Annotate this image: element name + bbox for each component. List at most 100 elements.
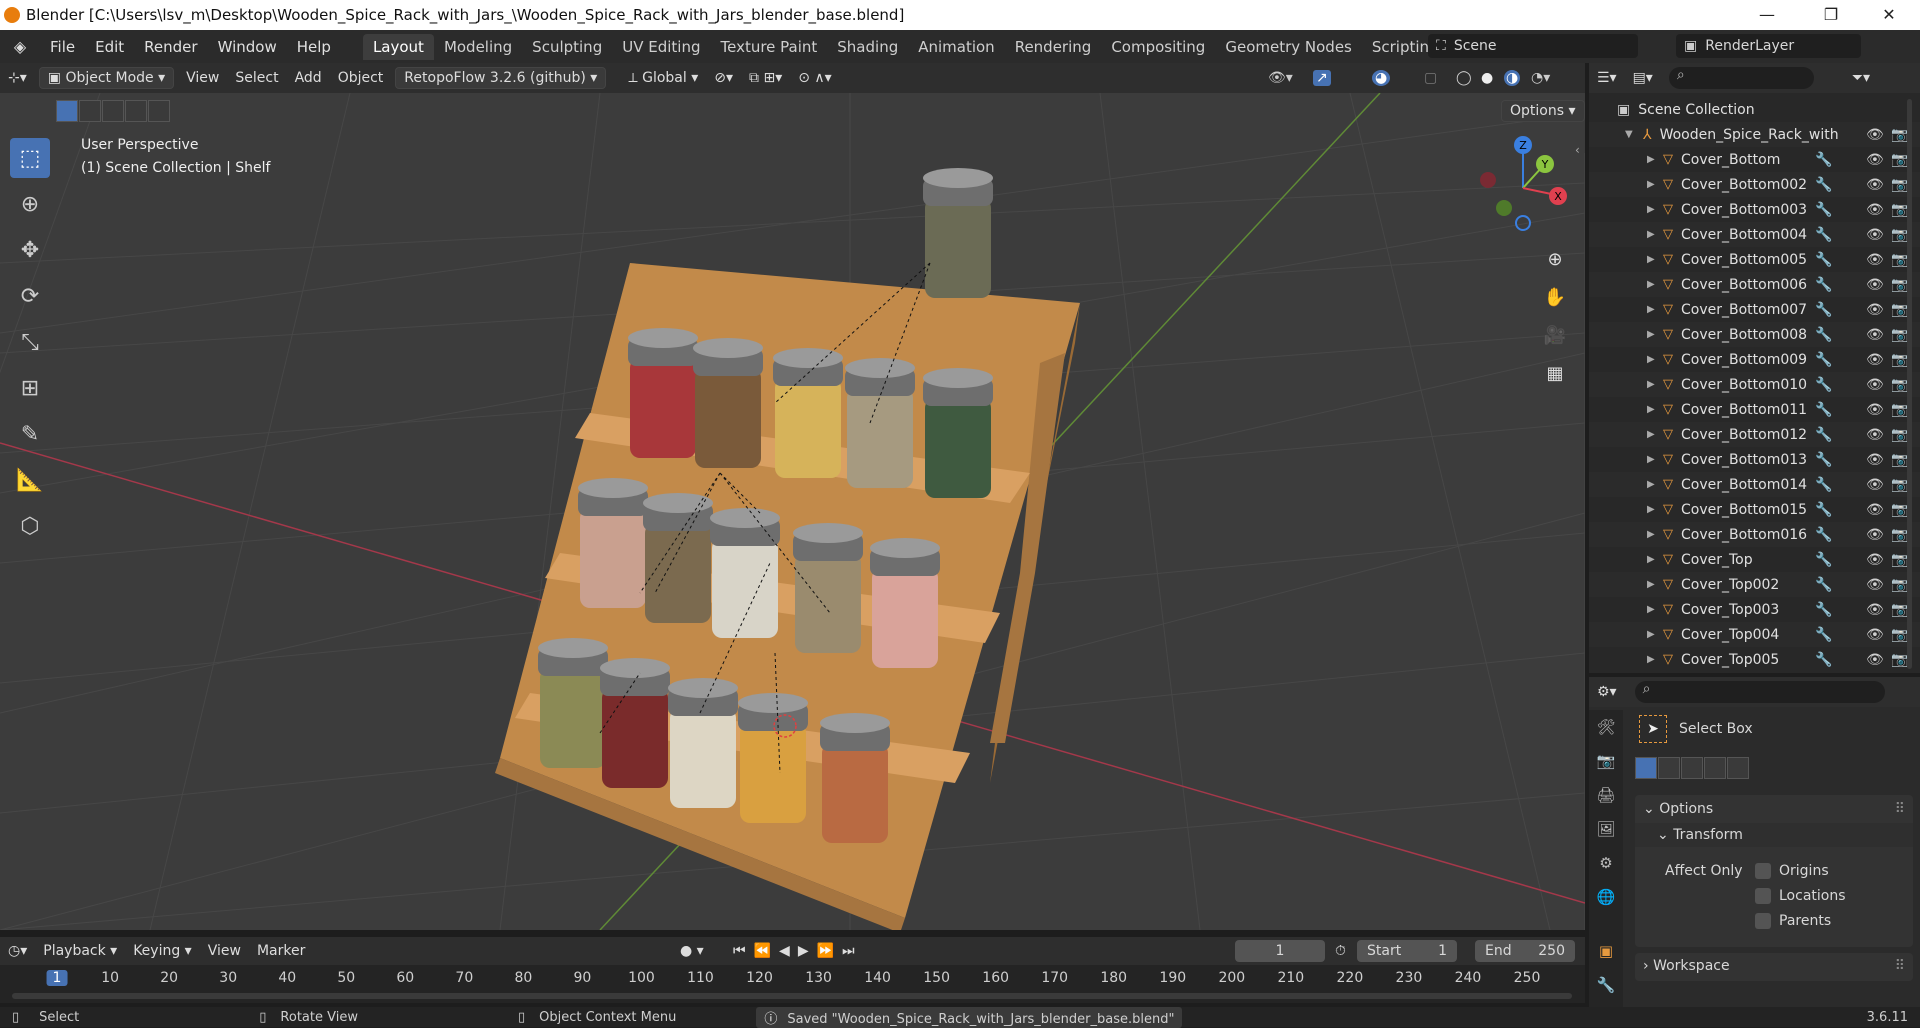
menu-edit[interactable]: Edit [85, 38, 134, 56]
eye-icon[interactable]: 👁 [1866, 252, 1884, 268]
expand-icon[interactable]: ▶ [1647, 229, 1657, 240]
collection-row[interactable]: ▼ ⅄ Wooden_Spice_Rack_with 👁 📷 [1589, 122, 1920, 147]
outliner-item[interactable]: ▶ ▽ Cover_Bottom003 🔧 👁 📷 [1589, 197, 1920, 222]
pan-hand-icon[interactable]: ✋ [1539, 281, 1571, 313]
mode-subtract-icon[interactable] [1681, 757, 1703, 779]
eye-icon[interactable]: 👁 [1866, 152, 1884, 168]
outliner-item[interactable]: ▶ ▽ Cover_Top003 🔧 👁 📷 [1589, 597, 1920, 622]
tab-texture-paint[interactable]: Texture Paint [710, 34, 827, 60]
parents-checkbox[interactable]: Parents [1755, 913, 1831, 929]
outliner-item[interactable]: ▶ ▽ Cover_Bottom004 🔧 👁 📷 [1589, 222, 1920, 247]
spice-jar[interactable] [870, 538, 940, 668]
stopwatch-icon[interactable]: ⏱ [1335, 943, 1346, 959]
play-icon[interactable]: ▶ [798, 943, 817, 959]
eye-icon[interactable]: 👁 [1866, 577, 1884, 593]
next-keyframe-icon[interactable]: ⏩ [817, 943, 842, 959]
menu-object[interactable]: Object [330, 70, 392, 86]
neg-y-handle[interactable] [1496, 200, 1512, 216]
tab-geometry-nodes[interactable]: Geometry Nodes [1215, 34, 1362, 60]
outliner-item[interactable]: ▶ ▽ Cover_Bottom016 🔧 👁 📷 [1589, 522, 1920, 547]
eye-icon[interactable]: 👁 [1866, 327, 1884, 343]
neg-z-handle[interactable] [1515, 215, 1531, 231]
camera-icon[interactable]: 📷 [1891, 302, 1908, 318]
camera-icon[interactable]: 📷 [1891, 652, 1908, 668]
menu-view[interactable]: View [178, 70, 227, 86]
spice-jar[interactable] [710, 508, 780, 638]
camera-icon[interactable]: 📷 [1891, 227, 1908, 243]
mode-extend-icon[interactable] [1658, 757, 1680, 779]
menu-render[interactable]: Render [134, 38, 207, 56]
editor-type-icon[interactable]: ⊹▾ [0, 70, 35, 86]
proportional-edit-icon[interactable]: ⊙ ∧▾ [790, 70, 839, 86]
render-tab-icon[interactable]: 📷 [1589, 744, 1623, 778]
select-mode-boxes[interactable] [56, 100, 171, 126]
select-box-tool-icon[interactable]: ⬚ [10, 138, 50, 178]
sidebar-toggle-icon[interactable]: ‹ [1575, 143, 1580, 157]
outliner-scrollbar[interactable] [1907, 99, 1912, 669]
tab-shading[interactable]: Shading [827, 34, 908, 60]
rotate-tool-icon[interactable]: ⟳ [10, 276, 50, 316]
eye-icon[interactable]: 👁 [1866, 177, 1884, 193]
outliner-editor-icon[interactable]: ☰▾ [1589, 70, 1625, 86]
expand-icon[interactable]: ▶ [1647, 504, 1657, 515]
menu-help[interactable]: Help [287, 38, 341, 56]
camera-icon[interactable]: 📷 [1891, 427, 1908, 443]
spice-jar[interactable] [538, 638, 608, 768]
move-tool-icon[interactable]: ✥ [10, 230, 50, 270]
expand-icon[interactable]: ▶ [1647, 254, 1657, 265]
camera-icon[interactable]: 📷 [1891, 352, 1908, 368]
eye-icon[interactable]: 👁 [1866, 502, 1884, 518]
render-layer-selector[interactable]: ▣ RenderLayer [1676, 34, 1861, 58]
spice-jar[interactable] [923, 168, 993, 298]
prev-keyframe-icon[interactable]: ⏪ [754, 943, 779, 959]
output-tab-icon[interactable]: 🖨 [1589, 778, 1623, 812]
outliner-item[interactable]: ▶ ▽ Cover_Bottom002 🔧 👁 📷 [1589, 172, 1920, 197]
eye-icon[interactable]: 👁 [1866, 377, 1884, 393]
tab-sculpting[interactable]: Sculpting [522, 34, 612, 60]
eye-icon[interactable]: 👁 [1866, 552, 1884, 568]
eye-icon[interactable]: 👁 [1866, 527, 1884, 543]
expand-icon[interactable]: ▶ [1647, 279, 1657, 290]
expand-icon[interactable]: ▶ [1647, 154, 1657, 165]
snap-icon[interactable]: ⧉ ⊞▾ [741, 70, 790, 86]
mode-intersect-icon[interactable] [1727, 757, 1749, 779]
eye-icon[interactable]: 👁 [1866, 477, 1884, 493]
world-tab-icon[interactable]: 🌐 [1589, 880, 1623, 914]
visibility-icon[interactable]: 👁▾ [1268, 70, 1293, 86]
drag-handle-icon[interactable]: ⠿ [1895, 958, 1905, 974]
outliner-item[interactable]: ▶ ▽ Cover_Bottom005 🔧 👁 📷 [1589, 247, 1920, 272]
menu-file[interactable]: File [40, 38, 85, 56]
expand-icon[interactable]: ▶ [1647, 454, 1657, 465]
object-tab-icon[interactable]: ▣ [1589, 934, 1623, 968]
expand-icon[interactable]: ▶ [1647, 304, 1657, 315]
outliner-item[interactable]: ▶ ▽ Cover_Bottom006 🔧 👁 📷 [1589, 272, 1920, 297]
minimize-button[interactable]: — [1744, 0, 1790, 30]
playback-dropdown[interactable]: Playback ▾ [35, 943, 125, 959]
select-intersect-icon[interactable] [148, 100, 170, 122]
timeline-view-menu[interactable]: View [200, 943, 249, 959]
eye-icon[interactable]: 👁 [1866, 452, 1884, 468]
close-button[interactable]: ✕ [1866, 0, 1912, 30]
collapse-icon[interactable]: ▼ [1625, 129, 1635, 140]
measure-tool-icon[interactable]: 📐 [10, 460, 50, 500]
timeline-ruler[interactable]: 1 10 20 30 40 50 60 70 80 90 100 110 120 130 140 150 160… [0, 965, 1585, 1003]
mode-new-icon[interactable] [1635, 757, 1657, 779]
spice-jar[interactable] [578, 478, 648, 608]
modifier-tab-icon[interactable]: 🔧 [1589, 968, 1623, 1002]
cursor-tool-icon[interactable]: ⊕ [10, 184, 50, 224]
expand-icon[interactable]: ▶ [1647, 329, 1657, 340]
transform-tool-icon[interactable]: ⊞ [10, 368, 50, 408]
spice-jar[interactable] [773, 348, 843, 478]
camera-icon[interactable]: 📷 [1891, 327, 1908, 343]
select-subtract-icon[interactable] [102, 100, 124, 122]
scene-selector[interactable]: ⛶ Scene [1428, 34, 1638, 58]
camera-icon[interactable]: 📷 [1891, 177, 1908, 193]
select-invert-icon[interactable] [125, 100, 147, 122]
scene-collection-row[interactable]: ▣ Scene Collection [1589, 97, 1920, 122]
wireframe-shading-icon[interactable]: ◯ [1456, 70, 1472, 86]
zoom-icon[interactable]: ⊕ [1539, 243, 1571, 275]
camera-icon[interactable]: 📷 [1891, 402, 1908, 418]
expand-icon[interactable]: ▶ [1647, 579, 1657, 590]
eye-icon[interactable]: 👁 [1866, 302, 1884, 318]
options-panel-header[interactable]: ⌄ Options ⠿ [1635, 795, 1913, 823]
